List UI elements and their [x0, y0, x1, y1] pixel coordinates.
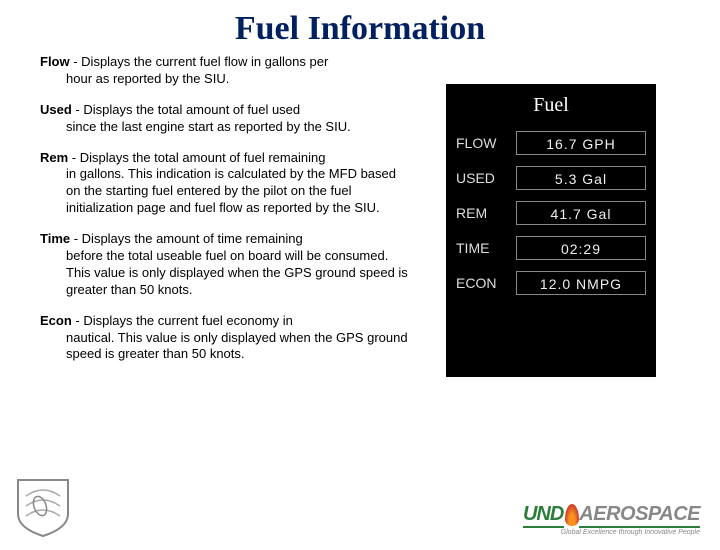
und-aerospace-logo: UND AEROSPACE	[523, 503, 700, 528]
entry-label: Time	[40, 231, 70, 246]
entry-text-rest: hour as reported by the SIU.	[40, 71, 410, 88]
fuel-row-econ: ECON 12.0 NMPG	[456, 271, 646, 295]
fuel-value: 02:29	[516, 236, 646, 260]
fuel-label: USED	[456, 170, 516, 186]
fuel-row-used: USED 5.3 Gal	[456, 166, 646, 190]
page-title: Fuel Information	[0, 10, 720, 48]
fuel-label: TIME	[456, 240, 516, 256]
definitions-list: Flow - Displays the current fuel flow in…	[40, 54, 410, 377]
panel-container: Fuel FLOW 16.7 GPH USED 5.3 Gal REM 41.7…	[410, 54, 692, 377]
shield-icon	[14, 476, 72, 538]
content-area: Flow - Displays the current fuel flow in…	[0, 54, 720, 377]
fuel-row-flow: FLOW 16.7 GPH	[456, 131, 646, 155]
entry-label: Used	[40, 102, 72, 117]
fuel-label: ECON	[456, 275, 516, 291]
entry-text: - Displays the amount of time remaining	[70, 231, 303, 246]
flame-icon	[565, 504, 579, 526]
fuel-value: 5.3 Gal	[516, 166, 646, 190]
footer-logo-right: UND AEROSPACE Global Excellence through …	[523, 503, 700, 536]
entry-text-rest: in gallons. This indication is calculate…	[40, 166, 410, 217]
fuel-panel: Fuel FLOW 16.7 GPH USED 5.3 Gal REM 41.7…	[446, 84, 656, 377]
entry-text: - Displays the current fuel economy in	[72, 313, 293, 328]
fuel-value: 16.7 GPH	[516, 131, 646, 155]
entry-text: - Displays the current fuel flow in gall…	[70, 54, 329, 69]
entry-text-rest: before the total useable fuel on board w…	[40, 248, 410, 299]
entry-text-rest: nautical. This value is only displayed w…	[40, 330, 410, 364]
entry-flow: Flow - Displays the current fuel flow in…	[40, 54, 410, 88]
brand-aerospace: AEROSPACE	[579, 503, 700, 528]
fuel-row-rem: REM 41.7 Gal	[456, 201, 646, 225]
fuel-value: 12.0 NMPG	[516, 271, 646, 295]
entry-used: Used - Displays the total amount of fuel…	[40, 102, 410, 136]
entry-label: Flow	[40, 54, 70, 69]
fuel-panel-title: Fuel	[456, 94, 646, 117]
fuel-label: FLOW	[456, 135, 516, 151]
entry-label: Econ	[40, 313, 72, 328]
entry-text-rest: since the last engine start as reported …	[40, 119, 410, 136]
entry-text: - Displays the total amount of fuel rema…	[68, 150, 325, 165]
entry-label: Rem	[40, 150, 68, 165]
entry-econ: Econ - Displays the current fuel economy…	[40, 313, 410, 364]
brand-und: UND	[523, 503, 564, 528]
fuel-value: 41.7 Gal	[516, 201, 646, 225]
entry-rem: Rem - Displays the total amount of fuel …	[40, 150, 410, 218]
brand-tagline: Global Excellence through Innovative Peo…	[523, 529, 700, 536]
entry-time: Time - Displays the amount of time remai…	[40, 231, 410, 299]
entry-text: - Displays the total amount of fuel used	[72, 102, 300, 117]
fuel-row-time: TIME 02:29	[456, 236, 646, 260]
fuel-label: REM	[456, 205, 516, 221]
footer-logo-left	[14, 476, 72, 538]
